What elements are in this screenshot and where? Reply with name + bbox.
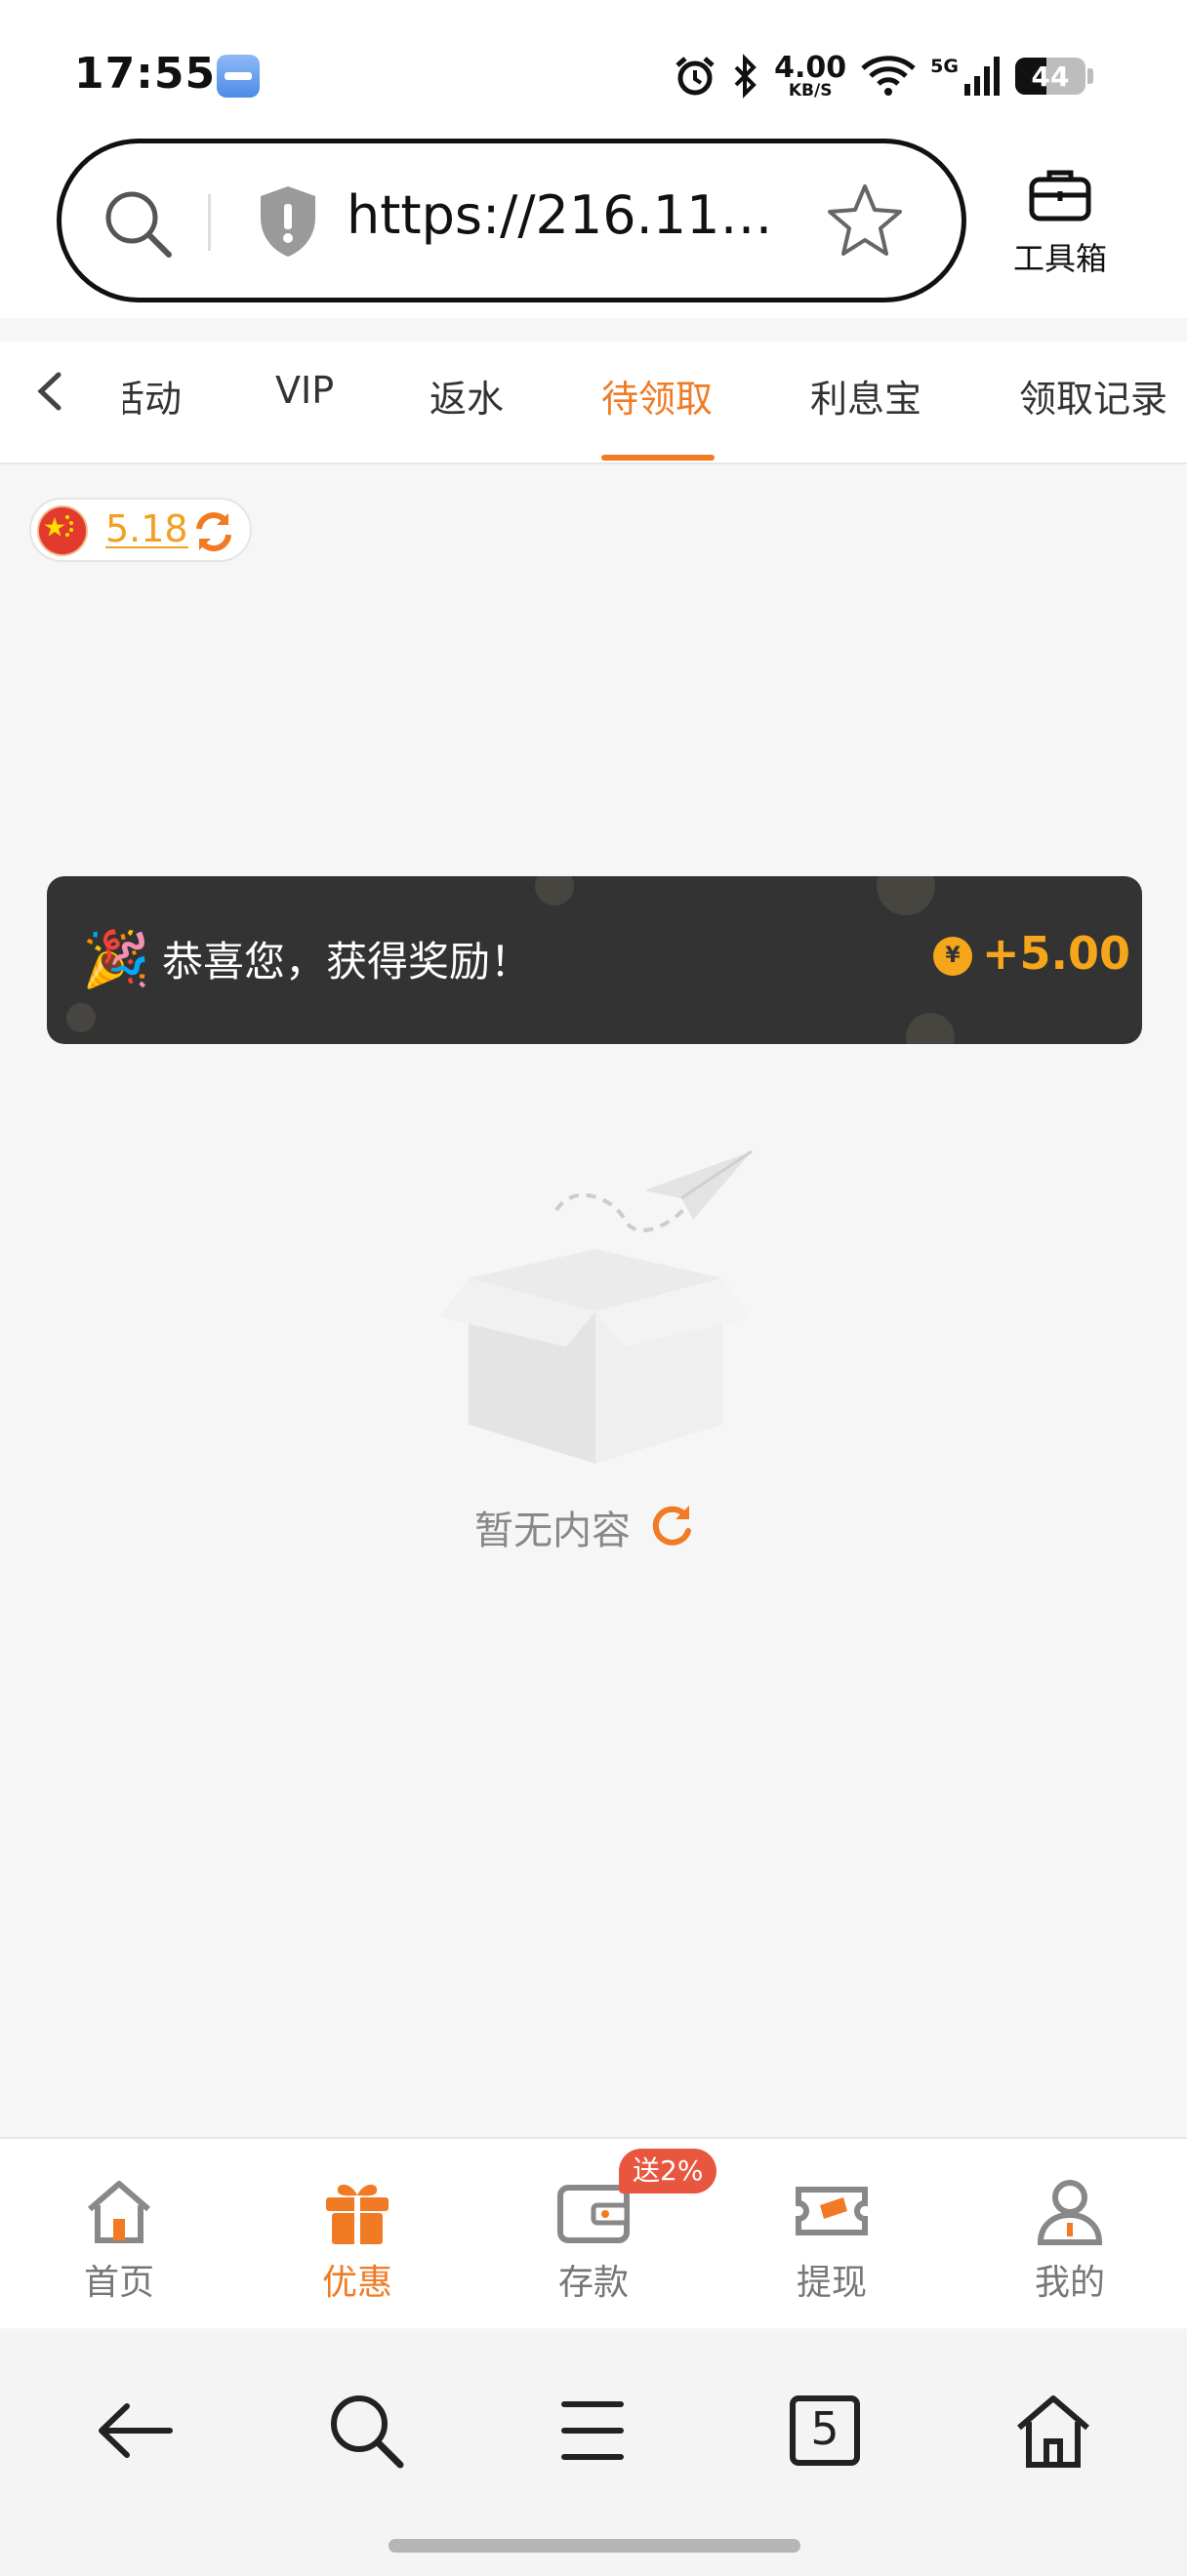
nav-withdraw-label: 提现 — [796, 2263, 867, 2303]
active-tab-indicator — [601, 455, 715, 461]
toolbox-button[interactable]: 工具箱 — [1002, 168, 1119, 279]
cash-icon — [796, 2187, 868, 2235]
status-bar: 17:55 4.00 KB/S 5G 44 — [0, 0, 1187, 146]
reward-toast: 🎉 恭喜您，获得奖励！ ¥ +5.00 — [47, 876, 1142, 1044]
promo-tabs: 活动 VIP 返水 待领取 利息宝 领取记录 — [0, 342, 1187, 464]
address-bar[interactable]: https://216.118.2... — [57, 139, 966, 302]
bookmark-star-icon[interactable] — [825, 181, 905, 261]
url-text[interactable]: https://216.118.2... — [347, 184, 805, 246]
bluetooth-icon — [734, 54, 757, 99]
nav-promotions-label: 优惠 — [321, 2263, 392, 2303]
china-flag-icon — [39, 507, 86, 554]
system-nav-bar: 5 — [0, 2330, 1187, 2576]
notification-app-icon — [217, 55, 260, 98]
toast-sparkle — [906, 1013, 955, 1044]
bottom-nav: 首页 优惠 存款 提现 我的 — [0, 2137, 1187, 2328]
party-popper-icon: 🎉 — [82, 928, 150, 991]
nav-home-label: 首页 — [83, 2263, 154, 2303]
tab-activity[interactable]: 活动 — [123, 369, 182, 423]
tab-vip[interactable]: VIP — [275, 369, 334, 412]
tab-rebate[interactable]: 返水 — [430, 369, 504, 423]
address-divider — [208, 194, 211, 251]
chevron-left-icon[interactable] — [27, 367, 76, 416]
balance-amount: 5.18 — [105, 507, 188, 550]
reward-amount: +5.00 — [982, 927, 1131, 980]
nav-deposit[interactable]: 存款 — [525, 2176, 662, 2305]
tab-records[interactable]: 领取记录 — [1019, 369, 1167, 423]
nav-home[interactable]: 首页 — [51, 2176, 187, 2305]
back-arrow-icon[interactable] — [94, 2389, 178, 2473]
tab-interest[interactable]: 利息宝 — [810, 369, 921, 423]
status-icons: 4.00 KB/S 5G 44 — [673, 47, 1093, 105]
nav-withdraw[interactable]: 提现 — [763, 2176, 900, 2305]
nav-deposit-label: 存款 — [557, 2263, 629, 2303]
menu-icon[interactable] — [551, 2389, 634, 2473]
toast-sparkle — [535, 876, 574, 906]
empty-box-illustration — [439, 1149, 753, 1464]
tabs-switcher-button[interactable]: 5 — [783, 2389, 867, 2473]
empty-state-text: 暂无内容 — [474, 1509, 631, 1553]
search-icon[interactable] — [324, 2389, 408, 2473]
network-type-label: 5G — [930, 56, 959, 77]
signal-icon — [964, 57, 1000, 96]
battery-tip — [1087, 68, 1093, 84]
refresh-icon[interactable] — [189, 507, 238, 556]
alarm-icon — [675, 57, 715, 96]
coin-icon: ¥ — [933, 937, 972, 976]
toolbox-icon — [1029, 170, 1091, 221]
home-icon — [88, 2181, 150, 2243]
home-indicator[interactable] — [389, 2539, 800, 2553]
toast-sparkle — [877, 876, 935, 915]
reload-icon[interactable] — [646, 1502, 697, 1552]
wifi-icon — [861, 56, 916, 96]
toolbox-label: 工具箱 — [1012, 240, 1107, 277]
empty-state: 暂无内容 — [474, 1499, 697, 1555]
gift-icon — [326, 2184, 389, 2244]
tabs-count: 5 — [810, 2402, 839, 2455]
search-icon[interactable] — [101, 186, 175, 261]
tab-pending[interactable]: 待领取 — [601, 369, 713, 423]
deposit-bonus-badge: 送2% — [619, 2149, 717, 2194]
toast-sparkle — [66, 1003, 96, 1032]
status-time: 17:55 — [74, 49, 217, 99]
nav-profile[interactable]: 我的 — [1002, 2176, 1138, 2305]
balance-pill[interactable]: 5.18 — [29, 498, 252, 562]
user-icon — [1037, 2180, 1103, 2245]
home-icon[interactable] — [1011, 2389, 1095, 2473]
security-warning-icon[interactable] — [253, 182, 323, 261]
battery-indicator: 44 — [1015, 58, 1085, 95]
nav-promotions[interactable]: 优惠 — [289, 2176, 426, 2305]
toast-message: 恭喜您，获得奖励！ — [162, 938, 532, 986]
nav-profile-label: 我的 — [1034, 2263, 1105, 2303]
net-speed: 4.00 KB/S — [774, 50, 847, 101]
